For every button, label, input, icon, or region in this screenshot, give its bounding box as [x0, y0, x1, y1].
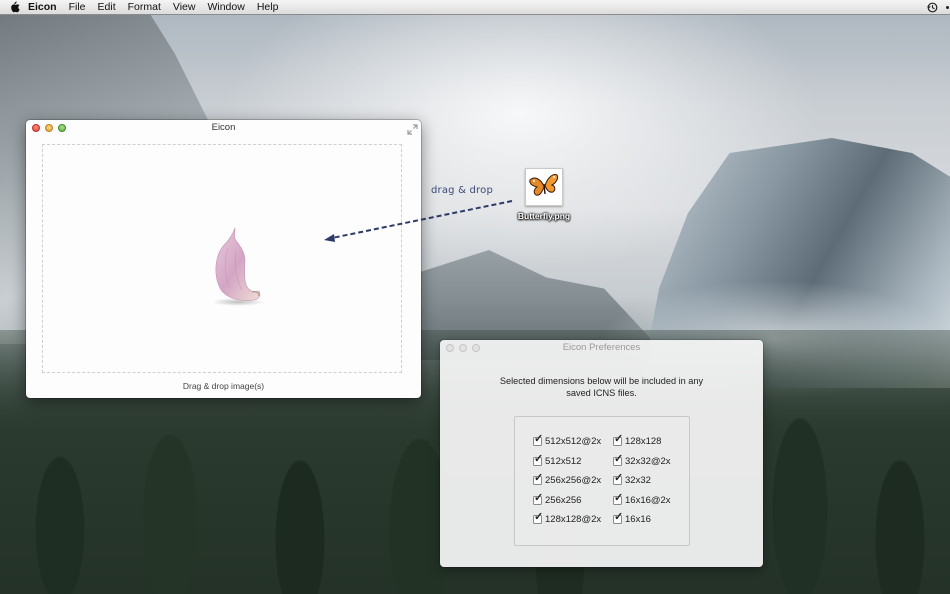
checkbox-512x512[interactable]: ✓ 512x512	[533, 452, 613, 468]
prefs-window-title: Eicon Preferences	[562, 342, 641, 353]
garlic-clove-icon	[198, 224, 268, 308]
butterfly-image	[525, 168, 563, 206]
checkbox-label: 32x32@2x	[625, 455, 671, 467]
checkmark-icon: ✓	[534, 511, 544, 524]
checkbox-label: 128x128@2x	[545, 514, 602, 526]
dimensions-group-box: ✓ 512x512@2x ✓ 128x128 ✓ 512x512 ✓ 32x32@2x …	[514, 416, 690, 546]
drop-zone-caption: Drag & drop image(s)	[182, 381, 265, 391]
preferences-window: Eicon Preferences Selected dimensions be…	[440, 340, 763, 567]
menu-view[interactable]: View	[173, 0, 196, 14]
checkbox-icon[interactable]: ✓	[533, 452, 544, 466]
checkbox-128x128[interactable]: ✓ 128x128	[613, 433, 693, 448]
checkmark-icon: ✓	[614, 472, 624, 485]
menu-file[interactable]: File	[69, 0, 86, 14]
checkmark-icon: ✓	[614, 433, 624, 445]
checkbox-label: 16x16	[625, 514, 651, 526]
prefs-description-line-2: saved ICNS files.	[566, 388, 637, 398]
window-controls	[32, 124, 66, 132]
prefs-description: Selected dimensions below will be includ…	[440, 375, 763, 399]
checkbox-256x256-2x[interactable]: ✓ 256x256@2x	[533, 472, 613, 487]
checkbox-label: 256x256@2x	[545, 475, 602, 487]
checkmark-icon: ✓	[534, 452, 544, 465]
eicon-main-window: Eicon Drag & drop image(s)	[26, 120, 421, 398]
checkbox-icon[interactable]: ✓	[613, 433, 624, 446]
menu-extras	[927, 0, 950, 14]
checkmark-icon: ✓	[614, 452, 624, 465]
checkbox-label: 16x16@2x	[625, 494, 671, 506]
fullscreen-icon[interactable]	[407, 122, 418, 135]
checkmark-icon: ✓	[534, 472, 544, 485]
drag-drop-annotation-label: drag & drop	[431, 185, 493, 196]
minimize-button[interactable]	[45, 124, 53, 132]
checkbox-16x16[interactable]: ✓ 16x16	[613, 511, 693, 526]
apple-logo-icon[interactable]	[8, 1, 20, 13]
main-window-title: Eicon	[211, 122, 236, 133]
desktop-file-name: Butterfly.png	[517, 211, 571, 221]
checkbox-icon[interactable]: ✓	[613, 511, 624, 525]
checkbox-icon[interactable]: ✓	[613, 472, 624, 486]
menu-format[interactable]: Format	[128, 0, 161, 14]
menu-bar: Eicon File Edit Format View Window Help	[0, 0, 950, 15]
checkbox-label: 512x512@2x	[545, 436, 602, 447]
desktop-file-butterfly[interactable]: Butterfly.png	[509, 168, 579, 224]
checkmark-icon: ✓	[614, 491, 624, 504]
checkbox-label: 128x128	[625, 436, 662, 447]
checkbox-32x32[interactable]: ✓ 32x32	[613, 472, 693, 487]
checkbox-icon[interactable]: ✓	[613, 491, 624, 505]
checkbox-128x128-2x[interactable]: ✓ 128x128@2x	[533, 511, 613, 526]
checkbox-label: 256x256	[545, 494, 582, 506]
checkmark-icon: ✓	[534, 491, 544, 504]
prefs-window-titlebar[interactable]: Eicon Preferences	[440, 340, 763, 356]
checkbox-icon[interactable]: ✓	[613, 452, 624, 466]
checkbox-icon[interactable]: ✓	[533, 511, 544, 525]
checkbox-icon[interactable]: ✓	[533, 472, 544, 486]
checkbox-label: 512x512	[545, 455, 582, 467]
zoom-button[interactable]	[58, 124, 66, 132]
menu-help[interactable]: Help	[257, 0, 279, 14]
checkmark-icon: ✓	[534, 433, 544, 445]
prefs-description-line-1: Selected dimensions below will be includ…	[499, 376, 704, 386]
prefs-close-button[interactable]	[446, 344, 454, 352]
checkbox-icon[interactable]: ✓	[533, 433, 544, 446]
checkbox-256x256[interactable]: ✓ 256x256	[533, 491, 613, 507]
menu-app-eicon[interactable]: Eicon	[28, 0, 57, 14]
menu-window[interactable]: Window	[207, 0, 244, 14]
checkbox-32x32-2x[interactable]: ✓ 32x32@2x	[613, 452, 693, 468]
prefs-minimize-button[interactable]	[459, 344, 467, 352]
menu-edit[interactable]: Edit	[98, 0, 116, 14]
close-button[interactable]	[32, 124, 40, 132]
checkmark-icon: ✓	[614, 511, 624, 524]
prefs-window-controls	[446, 344, 480, 352]
dimensions-checkbox-grid: ✓ 512x512@2x ✓ 128x128 ✓ 512x512 ✓ 32x32@2x …	[533, 433, 693, 526]
prefs-zoom-button[interactable]	[472, 344, 480, 352]
time-machine-icon[interactable]	[927, 2, 938, 13]
main-window-titlebar[interactable]: Eicon	[26, 120, 421, 136]
checkbox-16x16-2x[interactable]: ✓ 16x16@2x	[613, 491, 693, 507]
checkbox-label: 32x32	[625, 475, 651, 487]
menu-extra-overflow-icon[interactable]	[946, 0, 950, 14]
checkbox-512x512-2x[interactable]: ✓ 512x512@2x	[533, 433, 613, 448]
checkbox-icon[interactable]: ✓	[533, 491, 544, 505]
